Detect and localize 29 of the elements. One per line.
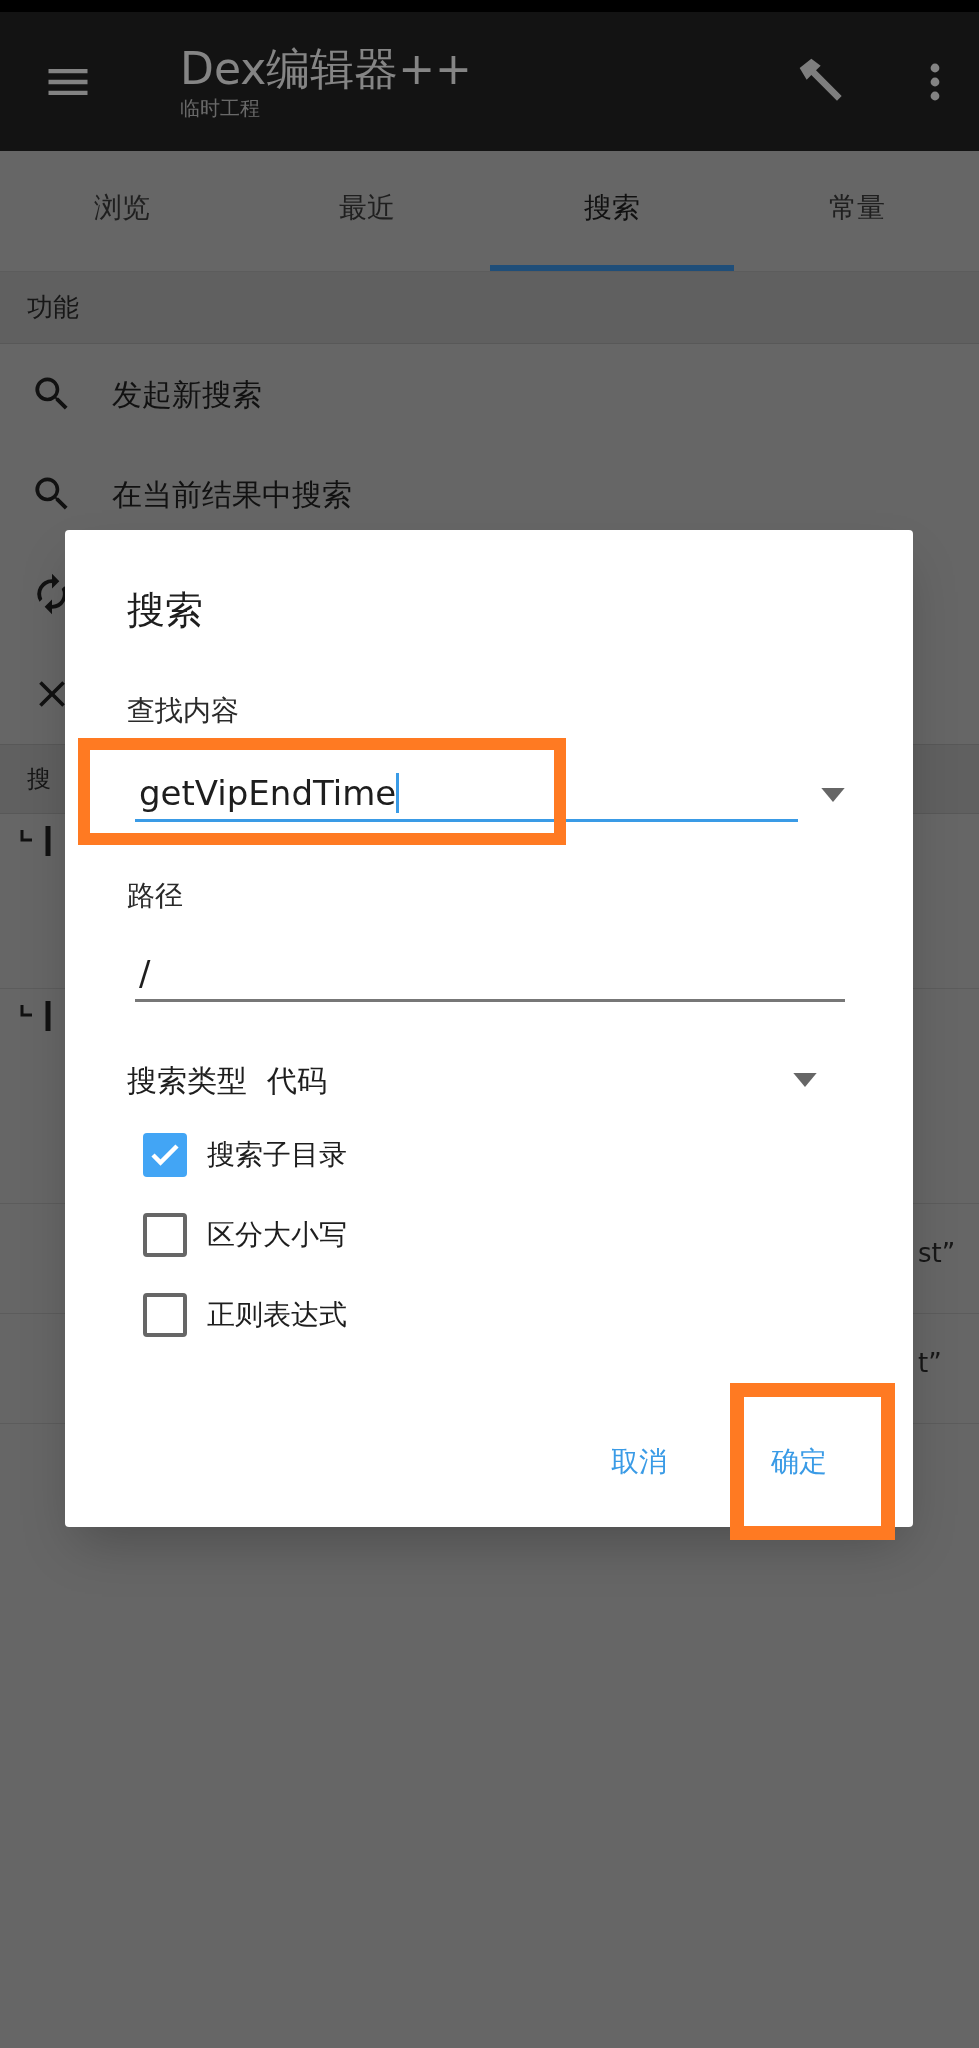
input-field[interactable]: / xyxy=(135,940,845,1002)
tab[interactable]: 最近 xyxy=(244,151,490,271)
dialog-button[interactable]: 确定 xyxy=(755,1425,843,1499)
dropdown-icon[interactable] xyxy=(821,788,845,802)
dropdown-value: 代码 xyxy=(267,1061,328,1100)
menu-item[interactable]: 在当前结果中搜索 xyxy=(112,471,352,517)
result-text: st” xyxy=(918,1237,956,1270)
dropdown-label: 搜索类型 xyxy=(127,1061,247,1100)
field-label: 路径 xyxy=(127,878,183,914)
input-field[interactable]: getVipEndTime xyxy=(135,760,798,822)
checkbox-label[interactable]: 正则表达式 xyxy=(207,1294,347,1336)
app-subtitle: 临时工程 xyxy=(180,94,261,121)
dropdown[interactable]: 搜索类型 代码 xyxy=(127,1050,817,1110)
checkbox[interactable] xyxy=(143,1213,187,1257)
dialog-button[interactable]: 取消 xyxy=(595,1425,683,1499)
checkbox[interactable] xyxy=(143,1133,187,1177)
dialog-title: 搜索 xyxy=(127,587,203,634)
tab[interactable]: 常量 xyxy=(734,151,979,271)
result-text: t” xyxy=(918,1347,942,1380)
checkbox[interactable] xyxy=(143,1293,187,1337)
menu-item[interactable]: 发起新搜索 xyxy=(112,371,262,417)
dropdown-icon[interactable] xyxy=(793,1073,817,1087)
checkbox-label[interactable]: 区分大小写 xyxy=(207,1214,347,1256)
section-header: 功能 xyxy=(27,291,79,324)
app-title: Dex编辑器++ xyxy=(180,42,473,95)
field-label: 查找内容 xyxy=(127,693,239,729)
tab[interactable]: 浏览 xyxy=(0,151,245,271)
checkbox-label[interactable]: 搜索子目录 xyxy=(207,1134,347,1176)
section-header: 搜 xyxy=(27,764,51,795)
